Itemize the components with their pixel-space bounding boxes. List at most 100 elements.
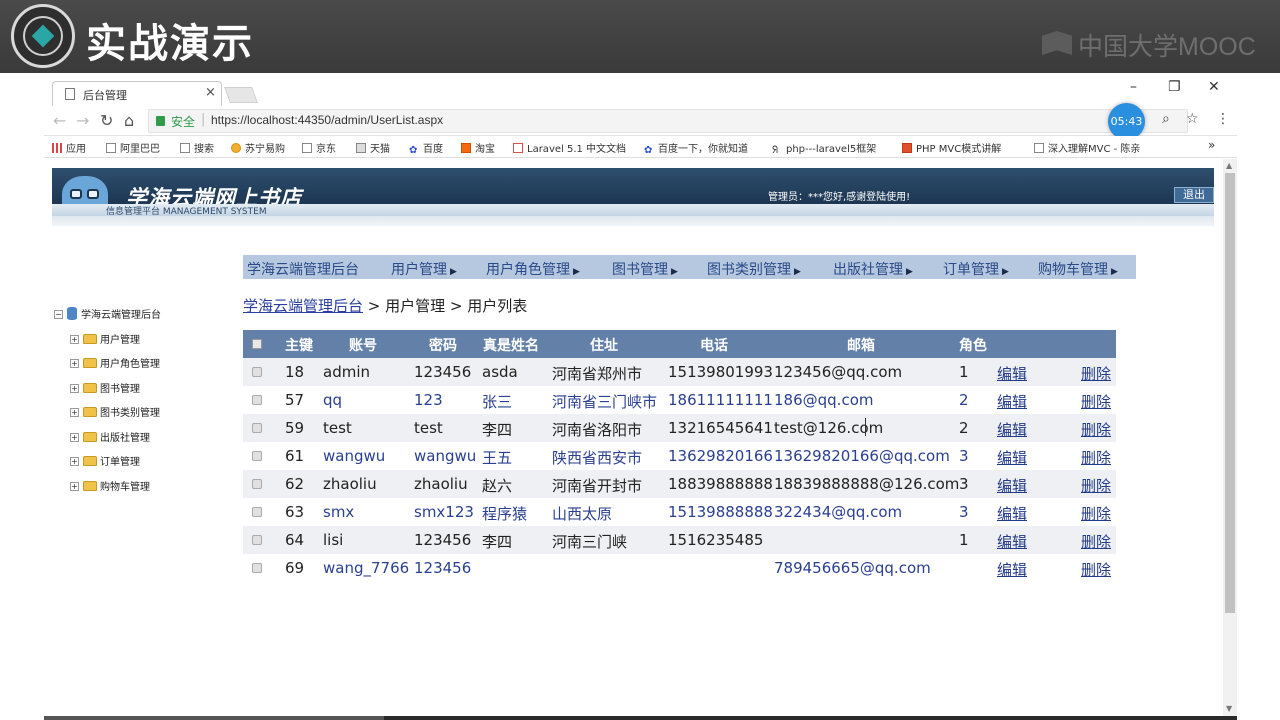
cell-email: 186@qq.com xyxy=(774,391,874,409)
edit-link[interactable]: 编辑 xyxy=(997,419,1027,440)
tree-item-orders[interactable]: + 订单管理 xyxy=(70,450,140,469)
bookmark-item[interactable]: 深入理解MVC - 陈亲 xyxy=(1034,140,1140,155)
tree-item-cart[interactable]: + 购物车管理 xyxy=(70,475,150,494)
delete-link[interactable]: 删除 xyxy=(1081,531,1111,552)
mooc-brand: 中国大学MOOC xyxy=(1078,33,1256,61)
reload-icon[interactable]: ↻ xyxy=(100,111,113,130)
edit-link[interactable]: 编辑 xyxy=(997,447,1027,468)
menu-item-book-categories[interactable]: 图书类别管理 ▶ xyxy=(707,259,801,279)
cell-name: 赵六 xyxy=(482,477,513,495)
url-text[interactable]: https://localhost:44350/admin/UserList.a… xyxy=(211,113,443,127)
new-tab-button[interactable] xyxy=(224,87,258,103)
row-checkbox[interactable] xyxy=(252,395,262,405)
bookmark-apps[interactable]: 应用 xyxy=(52,140,86,155)
expand-icon[interactable]: + xyxy=(70,433,79,442)
edit-link[interactable]: 编辑 xyxy=(997,559,1027,580)
row-checkbox[interactable] xyxy=(252,507,262,517)
breadcrumb-home-link[interactable]: 学海云端管理后台 xyxy=(243,297,363,315)
forward-arrow-icon[interactable]: → xyxy=(76,111,89,130)
scroll-thumb[interactable] xyxy=(1225,173,1235,613)
row-checkbox[interactable] xyxy=(252,479,262,489)
scroll-up-icon[interactable]: ▲ xyxy=(1226,161,1232,170)
row-checkbox[interactable] xyxy=(252,367,262,377)
bookmark-item[interactable]: ✿ 百度一下，你就知道 xyxy=(644,140,748,156)
menu-item-users[interactable]: 用户管理 ▶ xyxy=(391,259,457,279)
back-arrow-icon[interactable]: ← xyxy=(53,111,66,130)
menu-item-books[interactable]: 图书管理 ▶ xyxy=(612,259,678,279)
scroll-down-icon[interactable]: ▼ xyxy=(1226,704,1232,713)
cell-password: 123456 xyxy=(414,363,472,381)
menu-item-admin-home[interactable]: 学海云端管理后台 xyxy=(247,259,359,279)
tree-item-user-roles[interactable]: + 用户角色管理 xyxy=(70,352,160,371)
bookmark-item[interactable]: ᖆ php---laravel5框架 xyxy=(772,140,876,156)
menu-item-orders[interactable]: 订单管理 ▶ xyxy=(943,259,1009,279)
minimize-button[interactable]: – xyxy=(1130,79,1137,95)
row-checkbox[interactable] xyxy=(252,535,262,545)
bookmark-star-icon[interactable]: ☆ xyxy=(1186,111,1199,127)
edit-link[interactable]: 编辑 xyxy=(997,391,1027,412)
cell-name: 李四 xyxy=(482,533,513,551)
row-checkbox[interactable] xyxy=(252,563,262,573)
restore-button[interactable]: ❐ xyxy=(1168,79,1181,95)
user-table-header: 主键 账号 密码 真是姓名 住址 电话 邮箱 角色 xyxy=(243,330,1116,358)
delete-link[interactable]: 删除 xyxy=(1081,447,1111,468)
cell-email: 322434@qq.com xyxy=(774,503,903,521)
course-banner: 实战演示 中国大学MOOC xyxy=(0,0,1280,73)
row-checkbox[interactable] xyxy=(252,423,262,433)
expand-icon[interactable]: + xyxy=(70,457,79,466)
menu-icon[interactable]: ⋮ xyxy=(1216,111,1230,127)
submenu-arrow-icon: ▶ xyxy=(1002,267,1009,277)
bookmark-item[interactable]: ✿ 百度 xyxy=(409,140,443,156)
cell-email: 13629820166@qq.com xyxy=(774,447,950,465)
delete-link[interactable]: 删除 xyxy=(1081,419,1111,440)
tree-root[interactable]: − 学海云端管理后台 xyxy=(54,303,161,322)
bookmark-item[interactable]: 苏宁易购 xyxy=(231,140,285,155)
delete-link[interactable]: 删除 xyxy=(1081,503,1111,524)
page-scrollbar[interactable]: ▲ ▼ xyxy=(1223,159,1237,717)
home-icon[interactable]: ⌂ xyxy=(124,111,134,130)
collapse-icon[interactable]: − xyxy=(54,310,63,319)
delete-link[interactable]: 删除 xyxy=(1081,475,1111,496)
menu-item-cart[interactable]: 购物车管理 ▶ xyxy=(1038,259,1118,279)
folder-icon xyxy=(83,383,97,393)
close-window-button[interactable]: ✕ xyxy=(1208,79,1220,95)
tree-item-publishers[interactable]: + 出版社管理 xyxy=(70,426,150,445)
tree-item-book-categories[interactable]: + 图书类别管理 xyxy=(70,401,160,420)
col-email: 邮箱 xyxy=(847,338,875,354)
php-icon: ᖆ xyxy=(772,145,778,156)
bookmark-item[interactable]: Laravel 5.1 中文文档 xyxy=(513,140,626,155)
expand-icon[interactable]: + xyxy=(70,482,79,491)
expand-icon[interactable]: + xyxy=(70,408,79,417)
breadcrumb: 学海云端管理后台 > 用户管理 > 用户列表 xyxy=(243,295,527,316)
expand-icon[interactable]: + xyxy=(70,359,79,368)
more-bookmarks-icon[interactable]: » xyxy=(1208,138,1215,152)
delete-link[interactable]: 删除 xyxy=(1081,559,1111,580)
edit-link[interactable]: 编辑 xyxy=(997,363,1027,384)
tree-item-books[interactable]: + 图书管理 xyxy=(70,377,140,396)
bookmark-item[interactable]: 天猫 xyxy=(356,140,390,155)
delete-link[interactable]: 删除 xyxy=(1081,391,1111,412)
bookmark-item[interactable]: 搜索 xyxy=(180,140,214,155)
cell-address: 河南省郑州市 xyxy=(552,365,643,383)
zoom-icon[interactable]: ⌕ xyxy=(1162,111,1170,127)
bookmark-item[interactable]: 京东 xyxy=(302,140,336,155)
edit-link[interactable]: 编辑 xyxy=(997,503,1027,524)
tmall-icon xyxy=(356,143,366,153)
bookmark-item[interactable]: PHP MVC模式讲解 xyxy=(902,140,1001,155)
tree-item-users[interactable]: + 用户管理 xyxy=(70,328,140,347)
address-bar[interactable]: 安全 | https://localhost:44350/admin/UserL… xyxy=(148,109,1188,133)
logout-button[interactable]: 退出 xyxy=(1174,187,1214,203)
expand-icon[interactable]: + xyxy=(70,384,79,393)
menu-item-publishers[interactable]: 出版社管理 ▶ xyxy=(833,259,913,279)
row-checkbox[interactable] xyxy=(252,451,262,461)
edit-link[interactable]: 编辑 xyxy=(997,475,1027,496)
bookmark-item[interactable]: 阿里巴巴 xyxy=(106,140,160,155)
expand-icon[interactable]: + xyxy=(70,335,79,344)
delete-link[interactable]: 删除 xyxy=(1081,363,1111,384)
bookmark-item[interactable]: 淘宝 xyxy=(461,140,495,155)
menu-item-user-roles[interactable]: 用户角色管理 ▶ xyxy=(486,259,580,279)
tab-close-icon[interactable]: × xyxy=(205,85,216,100)
select-all-checkbox[interactable] xyxy=(252,339,262,349)
edit-link[interactable]: 编辑 xyxy=(997,531,1027,552)
browser-tab[interactable]: 后台管理 × xyxy=(52,81,222,106)
